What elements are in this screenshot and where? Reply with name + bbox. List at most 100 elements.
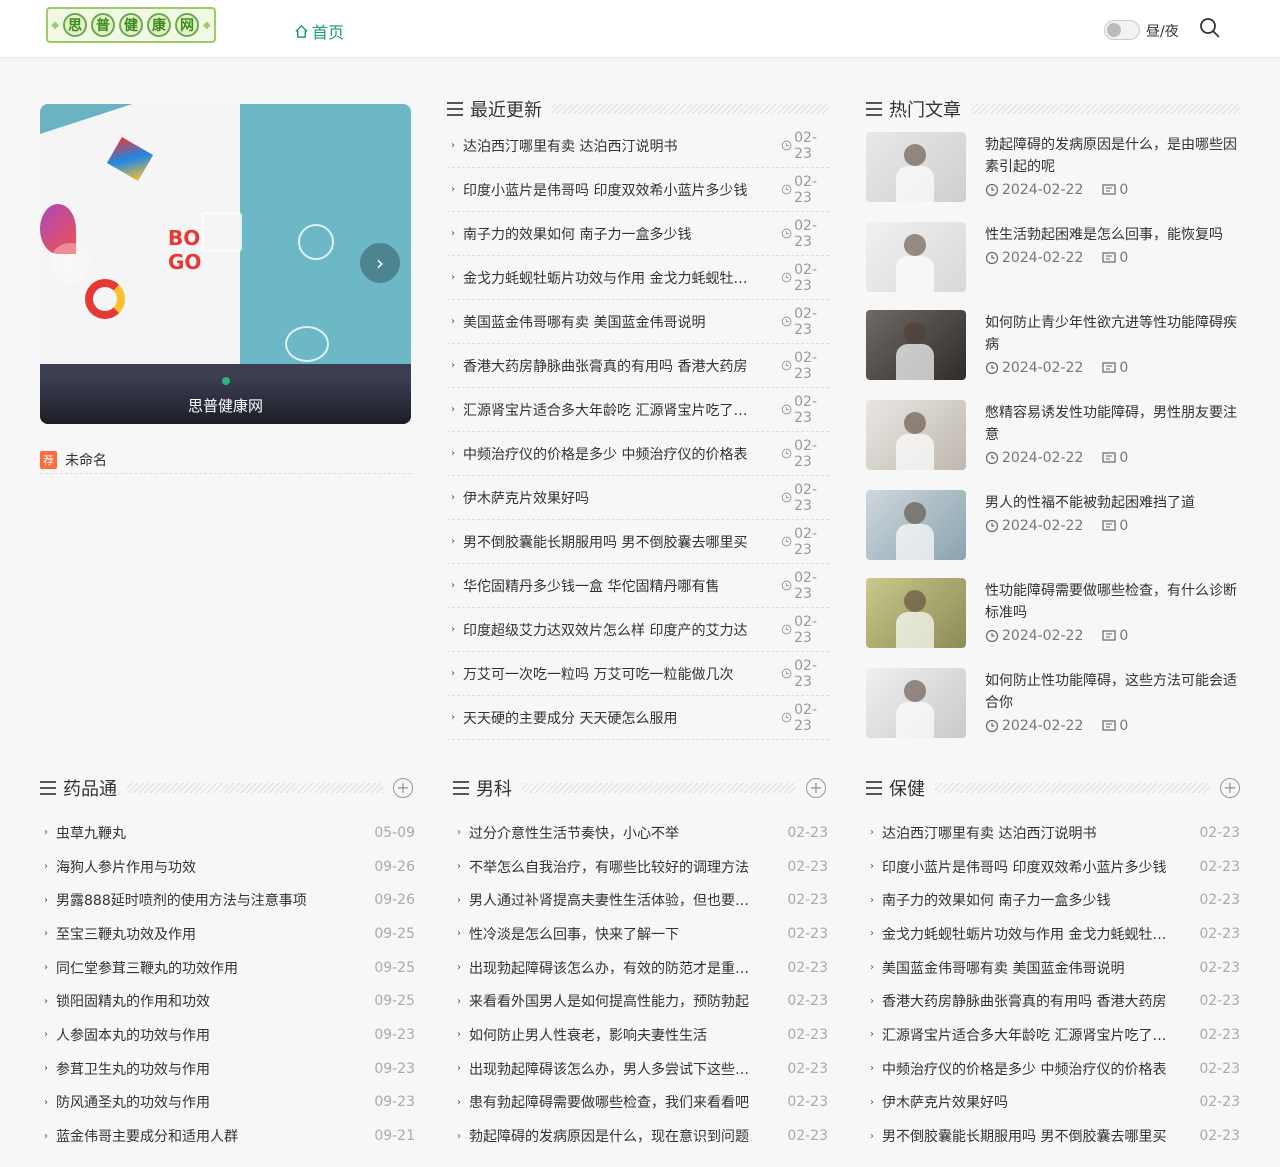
slide-caption[interactable]: 思普健康网 xyxy=(40,395,411,416)
section-list-item[interactable]: › 来看看外国男人是如何提高性能力，预防勃起 02-23 xyxy=(453,984,828,1018)
section-list-item[interactable]: › 如何防止男人性衰老，影响夫妻性生活 02-23 xyxy=(453,1018,828,1052)
more-plus-icon[interactable]: + xyxy=(806,778,826,798)
section-list-item[interactable]: › 伊木萨克片效果好吗 02-23 xyxy=(866,1086,1240,1120)
article-title[interactable]: 印度超级艾力达双效片怎么样 印度产的艾力达 xyxy=(463,620,781,640)
article-title[interactable]: 蓝金伟哥主要成分和适用人群 xyxy=(56,1126,374,1146)
section-list-item[interactable]: › 海狗人参片作用与功效 09-26 xyxy=(40,850,415,884)
recommend-text[interactable]: 未命名 xyxy=(65,450,107,470)
article-thumbnail[interactable] xyxy=(866,400,966,470)
article-title[interactable]: 伊木萨克片效果好吗 xyxy=(882,1092,1199,1112)
article-title[interactable]: 中频治疗仪的价格是多少 中频治疗仪的价格表 xyxy=(463,444,781,464)
article-title[interactable]: 达泊西汀哪里有卖 达泊西汀说明书 xyxy=(882,823,1199,843)
section-list-item[interactable]: › 至宝三鞭丸功效及作用 09-25 xyxy=(40,917,415,951)
article-title[interactable]: 美国蓝金伟哥哪有卖 美国蓝金伟哥说明 xyxy=(463,312,781,332)
hot-article-title[interactable]: 如何防止性功能障碍，这些方法可能会适合你 xyxy=(985,670,1240,714)
article-title[interactable]: 华佗固精丹多少钱一盒 华佗固精丹哪有售 xyxy=(463,576,781,596)
article-title[interactable]: 香港大药房静脉曲张膏真的有用吗 香港大药房 xyxy=(882,991,1199,1011)
section-list-item[interactable]: › 金戈力蚝蚬牡蛎片功效与作用 金戈力蚝蚬牡蛎片 02-23 xyxy=(866,917,1240,951)
slider-next-button[interactable]: › xyxy=(360,243,400,283)
section-list-item[interactable]: › 香港大药房静脉曲张膏真的有用吗 香港大药房 02-23 xyxy=(866,984,1240,1018)
section-list-item[interactable]: › 参茸卫生丸的功效与作用 09-23 xyxy=(40,1052,415,1086)
latest-list-item[interactable]: › 华佗固精丹多少钱一盒 华佗固精丹哪有售 02-23 xyxy=(447,564,829,608)
latest-list-item[interactable]: › 香港大药房静脉曲张膏真的有用吗 香港大药房 02-23 xyxy=(447,344,829,388)
latest-list-item[interactable]: › 达泊西汀哪里有卖 达泊西汀说明书 02-23 xyxy=(447,124,829,168)
article-title[interactable]: 南子力的效果如何 南子力一盒多少钱 xyxy=(463,224,781,244)
section-list-item[interactable]: › 同仁堂参茸三鞭丸的功效作用 09-25 xyxy=(40,951,415,985)
section-list-item[interactable]: › 美国蓝金伟哥哪有卖 美国蓝金伟哥说明 02-23 xyxy=(866,951,1240,985)
hot-article-title[interactable]: 憋精容易诱发性功能障碍，男性朋友要注意 xyxy=(985,402,1240,446)
latest-list-item[interactable]: › 伊木萨克片效果好吗 02-23 xyxy=(447,476,829,520)
article-title[interactable]: 男人通过补肾提高夫妻性生活体验，但也要注意 xyxy=(469,890,787,910)
featured-slider[interactable]: BO GO 思普健康网 ‹ › xyxy=(40,104,411,424)
daynight-label[interactable]: 昼/夜 xyxy=(1146,21,1179,41)
article-title[interactable]: 达泊西汀哪里有卖 达泊西汀说明书 xyxy=(463,136,781,156)
latest-list-item[interactable]: › 万艾可一次吃一粒吗 万艾可吃一粒能做几次 02-23 xyxy=(447,652,829,696)
article-title[interactable]: 金戈力蚝蚬牡蛎片功效与作用 金戈力蚝蚬牡蛎片 xyxy=(463,268,781,288)
article-title[interactable]: 男不倒胶囊能长期服用吗 男不倒胶囊去哪里买 xyxy=(882,1126,1199,1146)
article-thumbnail[interactable] xyxy=(866,132,966,202)
latest-list-item[interactable]: › 天天硬的主要成分 天天硬怎么服用 02-23 xyxy=(447,696,829,740)
nav-home-link[interactable]: 首页 xyxy=(294,19,344,43)
hot-article-item[interactable]: 性功能障碍需要做哪些检查，有什么诊断标准吗 2024-02-22 0 xyxy=(866,578,1240,650)
section-list-item[interactable]: › 性冷淡是怎么回事，快来了解一下 02-23 xyxy=(453,917,828,951)
article-title[interactable]: 印度小蓝片是伟哥吗 印度双效希小蓝片多少钱 xyxy=(882,857,1199,877)
article-title[interactable]: 如何防止男人性衰老，影响夫妻性生活 xyxy=(469,1025,787,1045)
article-title[interactable]: 来看看外国男人是如何提高性能力，预防勃起 xyxy=(469,991,787,1011)
daynight-toggle[interactable] xyxy=(1104,20,1140,40)
section-list-item[interactable]: › 防风通圣丸的功效与作用 09-23 xyxy=(40,1086,415,1120)
more-plus-icon[interactable]: + xyxy=(1220,778,1240,798)
hot-article-item[interactable]: 男人的性福不能被勃起困难挡了道 2024-02-22 0 xyxy=(866,490,1240,562)
article-title[interactable]: 防风通圣丸的功效与作用 xyxy=(56,1092,374,1112)
article-title[interactable]: 锁阳固精丸的作用和功效 xyxy=(56,991,374,1011)
latest-list-item[interactable]: › 印度小蓝片是伟哥吗 印度双效希小蓝片多少钱 02-23 xyxy=(447,168,829,212)
section-list-item[interactable]: › 锁阳固精丸的作用和功效 09-25 xyxy=(40,984,415,1018)
section-list-item[interactable]: › 印度小蓝片是伟哥吗 印度双效希小蓝片多少钱 02-23 xyxy=(866,850,1240,884)
article-title[interactable]: 人参固本丸的功效与作用 xyxy=(56,1025,374,1045)
article-title[interactable]: 虫草九鞭丸 xyxy=(56,823,374,843)
latest-list-item[interactable]: › 中频治疗仪的价格是多少 中频治疗仪的价格表 02-23 xyxy=(447,432,829,476)
article-title[interactable]: 美国蓝金伟哥哪有卖 美国蓝金伟哥说明 xyxy=(882,958,1199,978)
hot-article-item[interactable]: 如何防止性功能障碍，这些方法可能会适合你 2024-02-22 0 xyxy=(866,668,1240,740)
section-list-item[interactable]: › 勃起障碍的发病原因是什么，现在意识到问题 02-23 xyxy=(453,1119,828,1153)
slide-indicator-dot[interactable] xyxy=(222,377,230,385)
article-title[interactable]: 过分介意性生活节奏快，小心不举 xyxy=(469,823,787,843)
section-list-item[interactable]: › 中频治疗仪的价格是多少 中频治疗仪的价格表 02-23 xyxy=(866,1052,1240,1086)
article-title[interactable]: 印度小蓝片是伟哥吗 印度双效希小蓝片多少钱 xyxy=(463,180,781,200)
hot-article-item[interactable]: 憋精容易诱发性功能障碍，男性朋友要注意 2024-02-22 0 xyxy=(866,400,1240,472)
section-list-item[interactable]: › 男人通过补肾提高夫妻性生活体验，但也要注意 02-23 xyxy=(453,883,828,917)
article-title[interactable]: 出现勃起障碍该怎么办，男人多尝试下这些方法 xyxy=(469,1059,787,1079)
latest-list-item[interactable]: › 金戈力蚝蚬牡蛎片功效与作用 金戈力蚝蚬牡蛎片 02-23 xyxy=(447,256,829,300)
article-title[interactable]: 天天硬的主要成分 天天硬怎么服用 xyxy=(463,708,781,728)
latest-list-item[interactable]: › 印度超级艾力达双效片怎么样 印度产的艾力达 02-23 xyxy=(447,608,829,652)
article-thumbnail[interactable] xyxy=(866,578,966,648)
article-title[interactable]: 金戈力蚝蚬牡蛎片功效与作用 金戈力蚝蚬牡蛎片 xyxy=(882,924,1199,944)
section-list-item[interactable]: › 男露888延时喷剂的使用方法与注意事项 09-26 xyxy=(40,883,415,917)
article-title[interactable]: 汇源肾宝片适合多大年龄吃 汇源肾宝片吃了多久 xyxy=(882,1025,1199,1045)
article-title[interactable]: 香港大药房静脉曲张膏真的有用吗 香港大药房 xyxy=(463,356,781,376)
article-title[interactable]: 万艾可一次吃一粒吗 万艾可吃一粒能做几次 xyxy=(463,664,781,684)
hot-article-title[interactable]: 性生活勃起困难是怎么回事，能恢复吗 xyxy=(985,224,1240,246)
section-list-item[interactable]: › 男不倒胶囊能长期服用吗 男不倒胶囊去哪里买 02-23 xyxy=(866,1119,1240,1153)
latest-list-item[interactable]: › 男不倒胶囊能长期服用吗 男不倒胶囊去哪里买 02-23 xyxy=(447,520,829,564)
hot-article-item[interactable]: 勃起障碍的发病原因是什么，是由哪些因素引起的呢 2024-02-22 0 xyxy=(866,132,1240,204)
site-logo[interactable]: ◆ 思 普 健 康 网 ◆ xyxy=(46,7,216,43)
latest-list-item[interactable]: › 汇源肾宝片适合多大年龄吃 汇源肾宝片吃了多久 02-23 xyxy=(447,388,829,432)
slider-prev-button[interactable]: ‹ xyxy=(50,243,90,283)
article-thumbnail[interactable] xyxy=(866,222,966,292)
section-list-item[interactable]: › 汇源肾宝片适合多大年龄吃 汇源肾宝片吃了多久 02-23 xyxy=(866,1018,1240,1052)
section-list-item[interactable]: › 过分介意性生活节奏快，小心不举 02-23 xyxy=(453,816,828,850)
article-title[interactable]: 参茸卫生丸的功效与作用 xyxy=(56,1059,374,1079)
article-title[interactable]: 海狗人参片作用与功效 xyxy=(56,857,374,877)
section-list-item[interactable]: › 出现勃起障碍该怎么办，男人多尝试下这些方法 02-23 xyxy=(453,1052,828,1086)
section-list-item[interactable]: › 患有勃起障碍需要做哪些检查，我们来看看吧 02-23 xyxy=(453,1086,828,1120)
article-title[interactable]: 至宝三鞭丸功效及作用 xyxy=(56,924,374,944)
section-list-item[interactable]: › 人参固本丸的功效与作用 09-23 xyxy=(40,1018,415,1052)
section-list-item[interactable]: › 达泊西汀哪里有卖 达泊西汀说明书 02-23 xyxy=(866,816,1240,850)
article-thumbnail[interactable] xyxy=(866,668,966,738)
article-title[interactable]: 伊木萨克片效果好吗 xyxy=(463,488,781,508)
hot-article-title[interactable]: 勃起障碍的发病原因是什么，是由哪些因素引起的呢 xyxy=(985,134,1240,178)
article-title[interactable]: 不举怎么自我治疗，有哪些比较好的调理方法 xyxy=(469,857,787,877)
section-list-item[interactable]: › 虫草九鞭丸 05-09 xyxy=(40,816,415,850)
article-title[interactable]: 勃起障碍的发病原因是什么，现在意识到问题 xyxy=(469,1126,787,1146)
hot-article-title[interactable]: 如何防止青少年性欲亢进等性功能障碍疾病 xyxy=(985,312,1240,356)
